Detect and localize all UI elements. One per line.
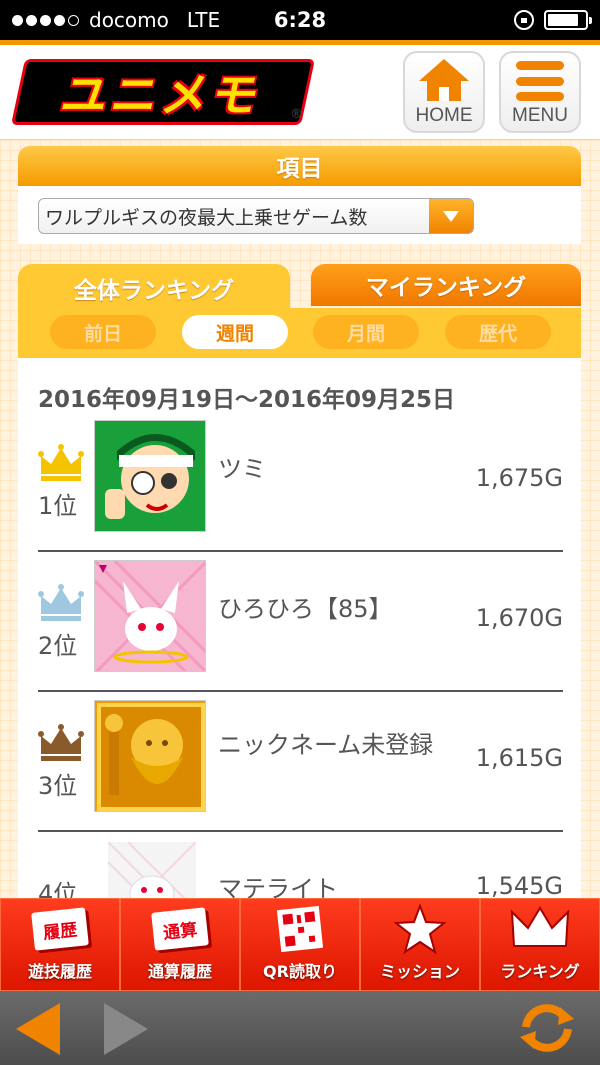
status-left: docomo LTE xyxy=(12,8,220,32)
gold-crown-icon xyxy=(38,444,84,481)
rank-label: 1位 xyxy=(38,492,78,520)
rotation-lock-icon xyxy=(514,10,534,30)
menu-button-label: MENU xyxy=(512,105,568,126)
nav-qr-scan-label: QR読取り xyxy=(263,962,337,981)
period-all-time[interactable]: 歴代 xyxy=(445,315,551,349)
rank-label: 4位 xyxy=(38,880,78,898)
ranking-list: 2016年09月19日〜2016年09月25日 1位 ツミ 1,675G 2位 … xyxy=(18,358,581,898)
item-select-value: ワルプルギスの夜最大上乗せゲーム数 xyxy=(45,206,368,229)
nav-play-history-label: 遊技履歴 xyxy=(27,962,92,981)
avatar xyxy=(108,842,196,898)
item-select[interactable]: ワルプルギスの夜最大上乗せゲーム数 xyxy=(38,198,474,234)
browser-toolbar xyxy=(0,991,600,1065)
player-name: ツミ xyxy=(218,455,266,483)
total-card-text: 通算 xyxy=(151,907,209,951)
total-card-icon: 通算 xyxy=(151,904,209,954)
battery-icon xyxy=(544,10,592,30)
menu-button[interactable]: MENU xyxy=(499,51,581,133)
ranking-row[interactable]: 4位 マテライト 1,545G xyxy=(38,832,563,898)
player-name: ニックネーム未登録 xyxy=(218,731,434,759)
reload-icon[interactable] xyxy=(516,1003,578,1053)
qr-code-icon xyxy=(277,904,323,954)
period-monthly[interactable]: 月間 xyxy=(313,315,419,349)
nav-total-history[interactable]: 通算 通算履歴 xyxy=(120,898,240,991)
history-card-text: 履歴 xyxy=(31,907,89,951)
star-icon xyxy=(394,904,446,954)
avatar xyxy=(94,700,206,812)
avatar xyxy=(94,560,206,672)
nav-qr-scan[interactable]: QR読取り xyxy=(240,898,360,991)
ranking-row[interactable]: 1位 ツミ 1,675G xyxy=(38,412,563,552)
home-button-label: HOME xyxy=(415,105,473,126)
period-weekly[interactable]: 週間 xyxy=(182,315,288,349)
network-label: LTE xyxy=(186,8,221,32)
home-button[interactable]: HOME xyxy=(403,51,485,133)
logo-text: ユニメモ xyxy=(56,68,269,122)
item-title: 項目 xyxy=(18,146,581,186)
nav-mission-label: ミッション xyxy=(379,962,460,981)
status-right xyxy=(514,10,592,30)
registered-mark: ® xyxy=(290,107,303,122)
nav-total-history-label: 通算履歴 xyxy=(147,962,212,981)
hamburger-icon xyxy=(516,61,564,101)
dropdown-arrow-icon xyxy=(429,199,473,233)
ranking-row[interactable]: 3位 ニックネーム未登録 1,615G xyxy=(38,692,563,832)
history-card-icon: 履歴 xyxy=(31,904,89,954)
bronze-crown-icon xyxy=(38,724,84,761)
silver-crown-icon xyxy=(38,584,84,621)
avatar xyxy=(94,420,206,532)
player-score: 1,675G xyxy=(475,464,563,492)
bottom-navigation: 履歴 遊技履歴 通算 通算履歴 QR読取り ミッション ランキング xyxy=(0,898,600,991)
period-previous-day[interactable]: 前日 xyxy=(50,315,156,349)
nav-ranking-label: ランキング xyxy=(500,962,580,981)
status-bar: docomo LTE 6:28 xyxy=(0,0,600,40)
period-selector: 前日 週間 月間 歴代 xyxy=(18,308,581,358)
signal-strength-icon xyxy=(12,14,79,26)
player-name: ひろひろ【85】 xyxy=(218,595,393,623)
date-range: 2016年09月19日〜2016年09月25日 xyxy=(38,387,456,413)
tab-overall-ranking[interactable]: 全体ランキング xyxy=(18,264,290,312)
player-score: 1,615G xyxy=(475,744,563,772)
app-header: ユニメモ ® HOME MENU xyxy=(0,45,600,140)
tab-my-ranking[interactable]: マイランキング xyxy=(311,264,581,306)
ranking-row[interactable]: 2位 ひろひろ【85】 1,670G xyxy=(38,552,563,692)
nav-mission[interactable]: ミッション xyxy=(360,898,480,991)
nav-play-history[interactable]: 履歴 遊技履歴 xyxy=(0,898,120,991)
player-name: マテライト xyxy=(218,875,338,898)
player-score: 1,670G xyxy=(475,604,563,632)
player-score: 1,545G xyxy=(475,872,563,898)
back-arrow-icon[interactable] xyxy=(16,1003,60,1055)
home-icon xyxy=(419,59,469,103)
nav-ranking[interactable]: ランキング xyxy=(480,898,600,991)
logo[interactable]: ユニメモ xyxy=(10,59,316,125)
rank-label: 2位 xyxy=(38,632,78,660)
crown-icon xyxy=(510,904,570,954)
item-panel: 項目 ワルプルギスの夜最大上乗せゲーム数 xyxy=(18,146,581,244)
carrier-label: docomo xyxy=(89,8,169,32)
forward-arrow-icon[interactable] xyxy=(104,1003,148,1055)
rank-label: 3位 xyxy=(38,772,78,800)
